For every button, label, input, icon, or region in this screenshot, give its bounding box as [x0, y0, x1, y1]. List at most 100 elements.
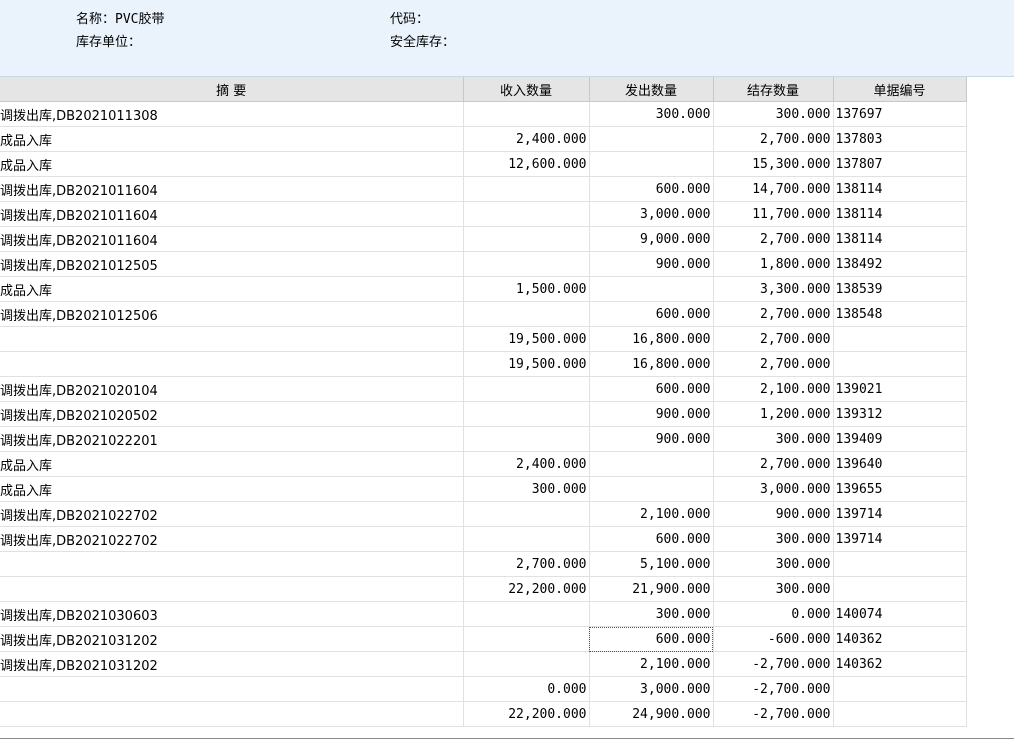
cell-summary[interactable]: 成品入库 [0, 476, 464, 502]
column-header-out-qty[interactable]: 发出数量 [589, 77, 714, 102]
cell-doc-no[interactable] [833, 351, 967, 377]
cell-balance-qty[interactable]: 1,800.000 [713, 251, 834, 277]
cell-summary[interactable]: 成品入库 [0, 151, 464, 177]
cell-balance-qty[interactable]: 300.000 [713, 576, 834, 602]
cell-out-qty[interactable]: 300.000 [589, 601, 714, 627]
cell-out-qty[interactable] [589, 276, 714, 302]
cell-balance-qty[interactable]: 2,700.000 [713, 126, 834, 152]
table-row[interactable]: 19,500.000 16,800.000 2,700.000 [0, 326, 967, 352]
table-row[interactable]: 2,700.000 5,100.000 300.000 [0, 551, 967, 577]
cell-in-qty[interactable]: 22,200.000 [463, 576, 590, 602]
cell-in-qty[interactable]: 0.000 [463, 676, 590, 702]
column-header-in-qty[interactable]: 收入数量 [463, 77, 590, 102]
table-row[interactable]: 调拨出库,DB2021020502 900.000 1,200.000 139312 [0, 401, 967, 427]
cell-doc-no[interactable]: 139714 [833, 501, 967, 527]
cell-in-qty[interactable] [463, 251, 590, 277]
cell-balance-qty[interactable]: 2,700.000 [713, 326, 834, 352]
table-row[interactable]: 调拨出库,DB2021031202 600.000 -600.000 140362 [0, 626, 967, 652]
cell-out-qty[interactable]: 600.000 [589, 376, 714, 402]
cell-doc-no[interactable]: 137697 [833, 101, 967, 127]
table-row[interactable]: 19,500.000 16,800.000 2,700.000 [0, 351, 967, 377]
cell-doc-no[interactable] [833, 326, 967, 352]
cell-in-qty[interactable]: 2,700.000 [463, 551, 590, 577]
table-row[interactable]: 调拨出库,DB2021022201 900.000 300.000 139409 [0, 426, 967, 452]
cell-out-qty[interactable]: 600.000 [589, 526, 714, 552]
cell-out-qty[interactable] [589, 126, 714, 152]
cell-summary[interactable]: 调拨出库,DB2021012506 [0, 301, 464, 327]
column-header-balance-qty[interactable]: 结存数量 [713, 77, 834, 102]
cell-in-qty[interactable]: 1,500.000 [463, 276, 590, 302]
cell-summary[interactable]: 成品入库 [0, 451, 464, 477]
cell-out-qty[interactable]: 3,000.000 [589, 201, 714, 227]
cell-out-qty[interactable]: 900.000 [589, 251, 714, 277]
cell-doc-no[interactable]: 139312 [833, 401, 967, 427]
cell-out-qty[interactable] [589, 451, 714, 477]
cell-out-qty[interactable]: 24,900.000 [589, 701, 714, 727]
cell-summary[interactable]: 调拨出库,DB2021011604 [0, 176, 464, 202]
cell-doc-no[interactable]: 138548 [833, 301, 967, 327]
cell-in-qty[interactable] [463, 501, 590, 527]
cell-summary[interactable] [0, 701, 464, 727]
cell-summary[interactable] [0, 576, 464, 602]
cell-balance-qty[interactable]: 2,700.000 [713, 226, 834, 252]
cell-out-qty[interactable]: 21,900.000 [589, 576, 714, 602]
cell-summary[interactable]: 调拨出库,DB2021011604 [0, 226, 464, 252]
cell-in-qty[interactable] [463, 426, 590, 452]
table-row[interactable]: 成品入库 300.000 3,000.000 139655 [0, 476, 967, 502]
cell-balance-qty[interactable]: 300.000 [713, 426, 834, 452]
table-row[interactable]: 调拨出库,DB2021012506 600.000 2,700.000 138548 [0, 301, 967, 327]
cell-in-qty[interactable]: 2,400.000 [463, 451, 590, 477]
table-row[interactable]: 调拨出库,DB2021011308 300.000 300.000 137697 [0, 101, 967, 127]
cell-in-qty[interactable] [463, 301, 590, 327]
cell-summary[interactable]: 调拨出库,DB2021012505 [0, 251, 464, 277]
cell-doc-no[interactable]: 138114 [833, 176, 967, 202]
table-row[interactable]: 调拨出库,DB2021011604 600.000 14,700.000 138114 [0, 176, 967, 202]
table-row[interactable]: 调拨出库,DB2021022702 2,100.000 900.000 139714 [0, 501, 967, 527]
cell-out-qty[interactable] [589, 476, 714, 502]
cell-out-qty[interactable]: 9,000.000 [589, 226, 714, 252]
cell-summary[interactable]: 调拨出库,DB2021020104 [0, 376, 464, 402]
cell-balance-qty[interactable]: 3,000.000 [713, 476, 834, 502]
cell-out-qty[interactable] [589, 151, 714, 177]
table-row[interactable]: 成品入库 2,400.000 2,700.000 139640 [0, 451, 967, 477]
cell-summary[interactable] [0, 351, 464, 377]
cell-in-qty[interactable] [463, 201, 590, 227]
cell-in-qty[interactable]: 19,500.000 [463, 351, 590, 377]
cell-doc-no[interactable]: 137807 [833, 151, 967, 177]
cell-summary[interactable] [0, 326, 464, 352]
cell-out-qty[interactable]: 300.000 [589, 101, 714, 127]
table-row[interactable]: 22,200.000 21,900.000 300.000 [0, 576, 967, 602]
cell-doc-no[interactable]: 140362 [833, 651, 967, 677]
cell-balance-qty[interactable]: 1,200.000 [713, 401, 834, 427]
cell-out-qty[interactable]: 600.000 [589, 176, 714, 202]
cell-in-qty[interactable]: 22,200.000 [463, 701, 590, 727]
cell-out-qty[interactable]: 3,000.000 [589, 676, 714, 702]
cell-balance-qty[interactable]: 300.000 [713, 551, 834, 577]
cell-doc-no[interactable]: 139021 [833, 376, 967, 402]
cell-balance-qty[interactable]: -2,700.000 [713, 651, 834, 677]
cell-doc-no[interactable]: 137803 [833, 126, 967, 152]
cell-out-qty[interactable]: 900.000 [589, 426, 714, 452]
cell-in-qty[interactable]: 300.000 [463, 476, 590, 502]
cell-summary[interactable]: 调拨出库,DB2021022702 [0, 501, 464, 527]
table-row[interactable]: 调拨出库,DB2021031202 2,100.000 -2,700.000 1403… [0, 651, 967, 677]
table-row[interactable]: 0.000 3,000.000 -2,700.000 [0, 676, 967, 702]
cell-doc-no[interactable]: 138539 [833, 276, 967, 302]
table-row[interactable]: 成品入库 2,400.000 2,700.000 137803 [0, 126, 967, 152]
cell-doc-no[interactable]: 140074 [833, 601, 967, 627]
cell-out-qty[interactable]: 2,100.000 [589, 651, 714, 677]
cell-doc-no[interactable] [833, 701, 967, 727]
cell-balance-qty[interactable]: 300.000 [713, 101, 834, 127]
cell-in-qty[interactable] [463, 376, 590, 402]
cell-summary[interactable]: 调拨出库,DB2021020502 [0, 401, 464, 427]
table-row[interactable]: 成品入库 12,600.000 15,300.000 137807 [0, 151, 967, 177]
cell-out-qty[interactable]: 16,800.000 [589, 351, 714, 377]
cell-doc-no[interactable]: 139714 [833, 526, 967, 552]
cell-out-qty[interactable]: 600.000 [589, 626, 714, 652]
cell-in-qty[interactable] [463, 651, 590, 677]
table-row[interactable]: 调拨出库,DB2021030603 300.000 0.000 140074 [0, 601, 967, 627]
cell-balance-qty[interactable]: 2,700.000 [713, 451, 834, 477]
cell-out-qty[interactable]: 16,800.000 [589, 326, 714, 352]
table-row[interactable]: 调拨出库,DB2021011604 9,000.000 2,700.000 13811… [0, 226, 967, 252]
cell-summary[interactable]: 调拨出库,DB2021031202 [0, 651, 464, 677]
